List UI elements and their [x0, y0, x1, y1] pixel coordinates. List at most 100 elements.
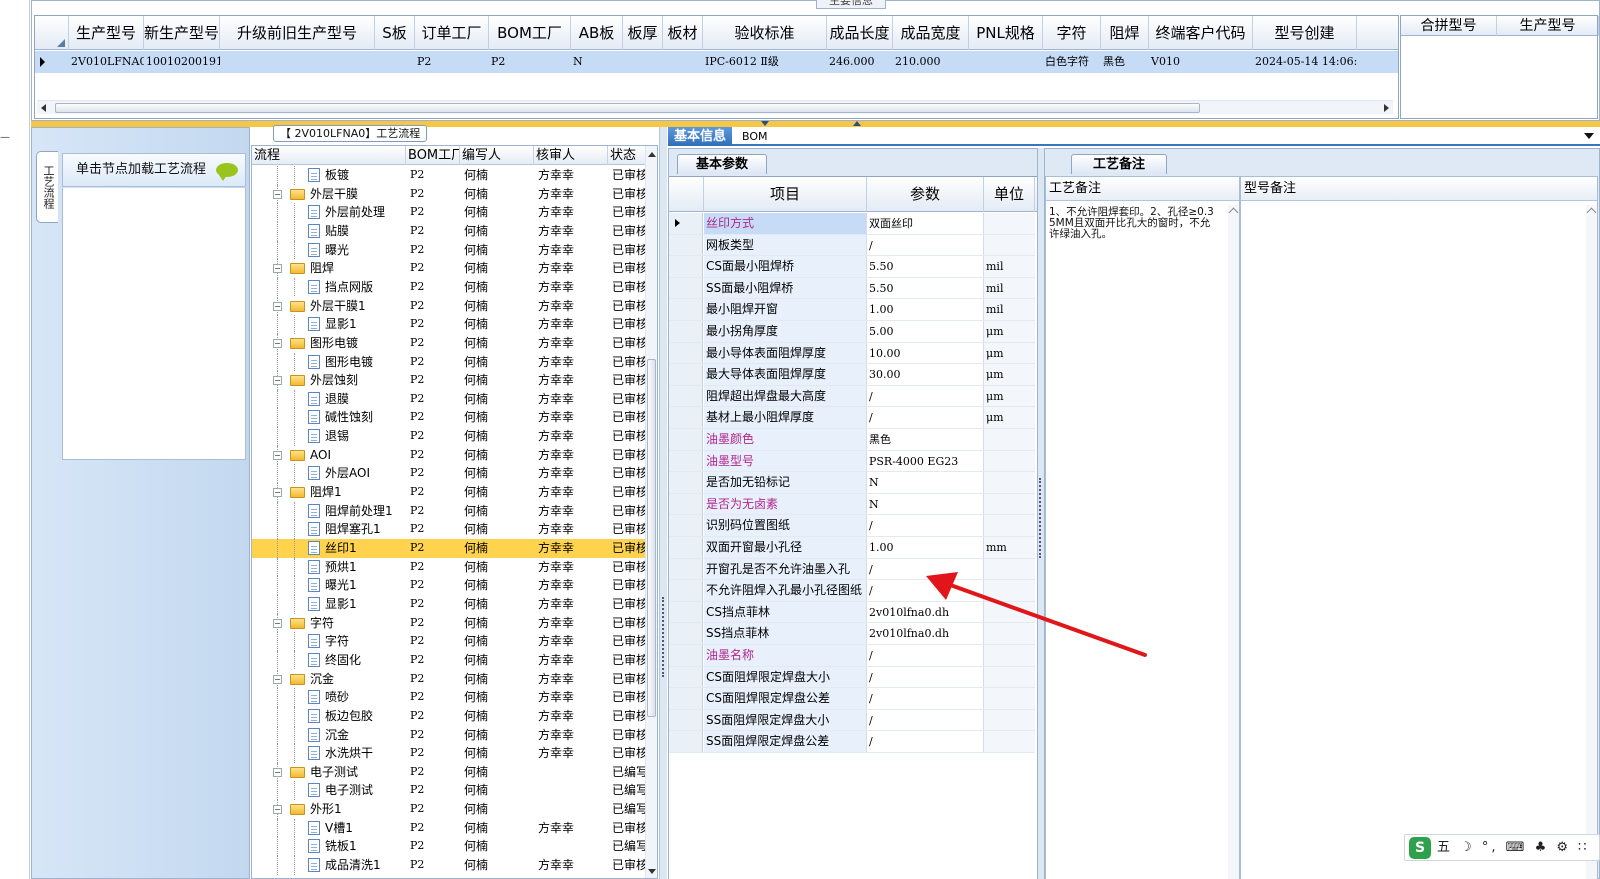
row-header[interactable] [669, 645, 703, 666]
column-legend[interactable]: 字符 [1043, 16, 1101, 50]
flow-row[interactable]: 铣板1 P2 何楠 已编写 [252, 837, 646, 856]
collapse-down-icon[interactable] [853, 121, 861, 126]
column-flow[interactable]: 流程 [252, 146, 406, 165]
param-value[interactable]: 5.50 [867, 256, 984, 277]
param-row[interactable]: CS面阻焊限定焊盘公差 / [669, 688, 1035, 710]
row-header[interactable] [669, 299, 703, 320]
column-product-width[interactable]: 成品宽度 [893, 16, 969, 50]
tab-basic-params[interactable]: 基本参数 [677, 154, 767, 174]
param-value[interactable]: / [867, 558, 984, 580]
flow-row[interactable]: − 阻焊1 P2 何楠 方幸幸 已审核 [252, 483, 646, 502]
flow-row[interactable]: 曝光 P2 何楠 方幸幸 已审核 [252, 240, 646, 260]
flow-row[interactable]: 挡点网版 P2 何楠 方幸幸 已审核 [252, 277, 646, 297]
tab-process-remarks[interactable]: 工艺备注 [1071, 154, 1167, 174]
row-header[interactable] [669, 623, 703, 644]
param-row[interactable]: 识别码位置图纸 / [669, 515, 1035, 537]
cell-solder-mask[interactable]: 黑色 [1101, 51, 1149, 73]
column-production-model[interactable]: 生产型号 [69, 16, 144, 50]
flow-row[interactable]: 阻焊塞孔1 P2 何楠 方幸幸 已审核 [252, 520, 646, 539]
column-board-material[interactable]: 板材 [663, 16, 703, 50]
param-row[interactable]: 阻焊超出焊盘最大高度 / μm [669, 385, 1035, 408]
flow-row[interactable]: 喷砂 P2 何楠 方幸幸 已审核 [252, 688, 646, 707]
tab-bom[interactable]: BOM [736, 127, 774, 146]
param-row[interactable]: 不允许阻焊入孔最小孔径图纸 / [669, 580, 1035, 602]
cell-order-factory[interactable]: P2 [415, 51, 489, 73]
middle-splitter[interactable] [659, 127, 667, 879]
param-row[interactable]: 是否为无卤素 N [669, 493, 1035, 516]
row-header[interactable] [669, 515, 703, 536]
param-row[interactable]: SS面最小阻焊桥 5.50 mil [669, 277, 1035, 300]
flow-row[interactable]: 外层AOI P2 何楠 方幸幸 已审核 [252, 464, 646, 483]
vertical-tab-process-flow[interactable]: 工艺流程 [36, 151, 58, 223]
collapse-icon[interactable]: − [273, 264, 282, 274]
column-board-thickness[interactable]: 板厚 [623, 16, 663, 50]
collapse-icon[interactable]: − [273, 376, 282, 386]
row-header[interactable] [669, 558, 703, 580]
column-checker[interactable]: 核审人 [534, 146, 608, 165]
flow-row[interactable]: 水洗烘干 P2 何楠 方幸幸 已审核 [252, 744, 646, 763]
column-new-production-model[interactable]: 新生产型号 [144, 16, 220, 50]
row-header[interactable] [669, 342, 703, 364]
row-header[interactable] [669, 472, 703, 493]
row-header[interactable] [669, 601, 703, 623]
column-merge-model[interactable]: 合拼型号 [1401, 16, 1497, 36]
collapse-icon[interactable]: − [273, 674, 282, 684]
row-header[interactable] [669, 277, 703, 299]
param-value[interactable]: 30.00 [867, 364, 984, 385]
sogou-logo-icon[interactable]: S [1409, 837, 1431, 859]
cell-product-width[interactable]: 210.000 [893, 51, 969, 73]
flow-row[interactable]: − 字符 P2 何楠 方幸幸 已审核 [252, 613, 646, 633]
scroll-thumb[interactable] [55, 103, 1200, 113]
column-status[interactable]: 状态 [608, 146, 646, 165]
param-value[interactable]: 双面丝印 [867, 213, 984, 234]
row-header[interactable] [669, 493, 703, 515]
flow-row[interactable]: 显影1 P2 何楠 方幸幸 已审核 [252, 594, 646, 614]
param-row[interactable]: 油墨型号 PSR-4000 EG23 [669, 450, 1035, 473]
flow-row[interactable]: 终固化 P2 何楠 方幸幸 已审核 [252, 650, 646, 670]
row-header[interactable] [669, 450, 703, 472]
column-item[interactable]: 项目 [704, 177, 867, 212]
param-value[interactable]: / [867, 731, 984, 752]
param-value[interactable]: / [867, 580, 984, 601]
param-value[interactable]: 5.50 [867, 277, 984, 299]
column-ab-board[interactable]: AB板 [571, 16, 623, 50]
param-row[interactable]: 油墨颜色 黑色 [669, 429, 1035, 451]
flow-row[interactable]: V槽1 P2 何楠 方幸幸 已审核 [252, 818, 646, 838]
param-value[interactable]: / [867, 666, 984, 688]
column-solder-mask[interactable]: 阻焊 [1101, 16, 1149, 50]
row-header[interactable] [669, 385, 703, 407]
cell-model-created[interactable]: 2024-05-14 14:06:3 [1253, 51, 1357, 73]
flow-row[interactable]: 外层前处理 P2 何楠 方幸幸 已审核 [252, 203, 646, 222]
param-row[interactable]: CS挡点菲林 2v010lfna0.dh [669, 601, 1035, 624]
param-value[interactable]: PSR-4000 EG23 [867, 450, 984, 472]
collapse-icon[interactable]: − [273, 805, 282, 815]
flow-row[interactable]: − 外层干膜 P2 何楠 方幸幸 已审核 [252, 184, 646, 204]
flow-row[interactable]: 电子测试 P2 何楠 已编写 [252, 781, 646, 801]
param-value[interactable]: 5.00 [867, 321, 984, 342]
flow-row[interactable]: 板镀 P2 何楠 方幸幸 已审核 [252, 166, 646, 185]
row-header[interactable] [669, 709, 703, 731]
cell-old-production-model[interactable] [220, 51, 375, 73]
row-header[interactable] [669, 731, 703, 752]
flow-row[interactable]: 退膜 P2 何楠 方幸幸 已审核 [252, 389, 646, 409]
param-value[interactable]: / [867, 234, 984, 256]
column-value[interactable]: 参数 [867, 177, 984, 212]
flow-row[interactable]: − 阻焊 P2 何楠 方幸幸 已审核 [252, 259, 646, 278]
ime-toolbar[interactable]: S 五 ☽ °, ⌨ ♣ ⚙ ∷ [1404, 834, 1600, 861]
row-header[interactable] [669, 364, 703, 385]
param-value[interactable]: 2v010lfna0.dh [867, 601, 984, 623]
param-row[interactable]: 开窗孔是否不允许油墨入孔 / [669, 558, 1035, 581]
cell-legend[interactable]: 白色字符 [1043, 51, 1101, 73]
row-header[interactable] [669, 234, 703, 256]
horizontal-scrollbar[interactable] [37, 100, 1393, 114]
param-row[interactable]: SS面阻焊限定焊盘公差 / [669, 731, 1035, 753]
param-row[interactable]: 双面开窗最小孔径 1.00 mm [669, 537, 1035, 559]
cell-production-model[interactable]: 2V010LFNA0 [69, 51, 144, 73]
collapse-icon[interactable]: − [273, 488, 282, 498]
param-value[interactable]: 2v010lfna0.dh [867, 623, 984, 644]
flow-row[interactable]: 字符 P2 何楠 方幸幸 已审核 [252, 632, 646, 651]
ime-status-items[interactable]: 五 ☽ °, ⌨ ♣ ⚙ ∷ [1437, 835, 1589, 860]
column-writer[interactable]: 编写人 [460, 146, 534, 165]
row-header[interactable] [669, 580, 703, 601]
collapse-icon[interactable]: − [273, 767, 282, 777]
